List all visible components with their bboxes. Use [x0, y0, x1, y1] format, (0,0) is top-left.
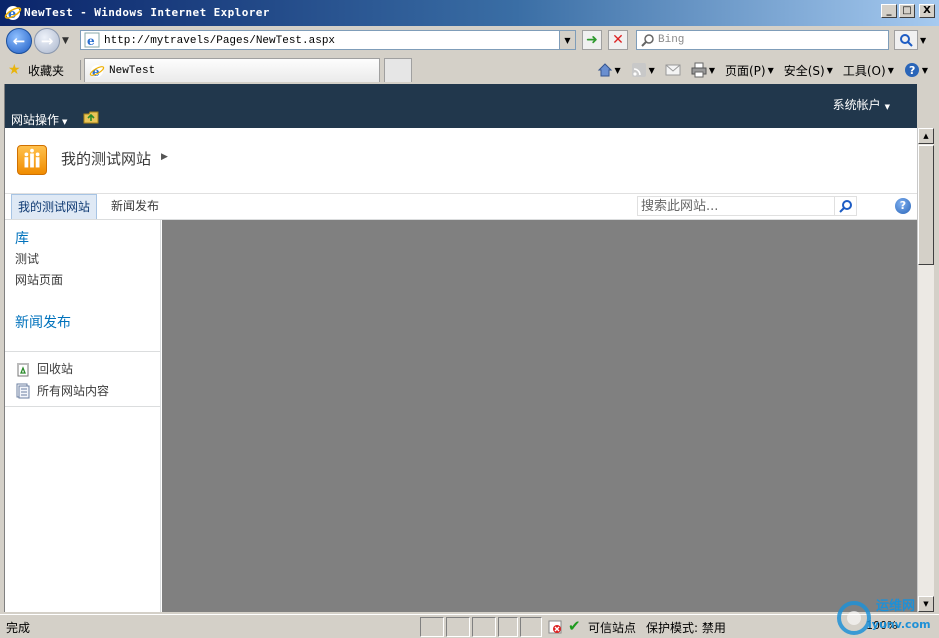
favorites-button[interactable]: 收藏夹: [28, 62, 64, 79]
home-button[interactable]: ▼: [594, 62, 624, 78]
browser-search-field[interactable]: Bing: [636, 30, 889, 50]
site-search-input[interactable]: [638, 197, 834, 215]
print-icon: [691, 62, 707, 78]
scroll-thumb[interactable]: [918, 145, 934, 265]
go-button[interactable]: ➜: [582, 30, 602, 50]
ql-heading-news[interactable]: 新闻发布: [15, 312, 71, 332]
status-pane: [498, 617, 518, 637]
window-title: NewTest - Windows Internet Explorer: [24, 6, 270, 19]
toolbar-divider: [80, 60, 81, 80]
ql-all-content-label: 所有网站内容: [37, 384, 110, 398]
new-tab-button[interactable]: [384, 58, 412, 82]
address-field[interactable]: e http://mytravels/Pages/NewTest.aspx ▼: [80, 30, 576, 50]
page-icon: e: [84, 32, 100, 48]
minimize-button[interactable]: _: [881, 4, 897, 18]
feeds-button[interactable]: ▼: [628, 62, 658, 78]
mail-icon: [665, 64, 681, 76]
site-actions-label: 网站操作: [11, 113, 60, 127]
watermark-logo: 运维网 iyunv.com: [837, 598, 931, 635]
safety-menu-label: 安全(S): [783, 63, 825, 78]
address-dropdown[interactable]: ▼: [559, 31, 575, 49]
site-title-link[interactable]: 我的测试网站: [61, 148, 151, 169]
main-content-area: [162, 220, 917, 612]
ql-recycle-bin[interactable]: 回收站: [15, 360, 73, 377]
page-menu-label: 页面(P): [724, 63, 766, 78]
account-menu[interactable]: 系统帐户 ▼: [833, 96, 890, 113]
search-go-button[interactable]: [894, 30, 918, 50]
status-pane: [472, 617, 496, 637]
quick-launch: 库 测试 网站页面 新闻发布 回收站 所有网站内容: [5, 220, 161, 612]
ql-item-site-pages[interactable]: 网站页面: [15, 271, 63, 288]
ql-divider: [5, 351, 161, 352]
favorites-star-icon[interactable]: ★: [8, 62, 21, 78]
status-text: 完成: [6, 621, 31, 635]
search-go-icon: [900, 34, 913, 47]
home-icon: [597, 63, 612, 77]
safety-menu[interactable]: 安全(S) ▼: [781, 62, 836, 79]
tab-label: NewTest: [109, 64, 156, 77]
site-logo-icon: [17, 145, 47, 175]
page-menu[interactable]: 页面(P) ▼: [722, 62, 777, 79]
forward-button[interactable]: →: [34, 28, 60, 54]
site-actions-menu[interactable]: 网站操作 ▼: [11, 111, 67, 128]
ql-all-content[interactable]: 所有网站内容: [15, 382, 109, 399]
ie-logo-icon: e: [4, 6, 22, 22]
favorites-bar: ★ 收藏夹 e NewTest ▼ ▼ ▼ 页面(P) ▼ 安全(S) ▼ 工具…: [0, 56, 939, 84]
recent-pages-dropdown[interactable]: ▼: [62, 36, 69, 46]
site-search-button[interactable]: [834, 197, 856, 215]
back-button[interactable]: ←: [6, 28, 32, 54]
topnav-item-home[interactable]: 我的测试网站: [11, 194, 98, 219]
address-toolbar: ← → ▼ e http://mytravels/Pages/NewTest.a…: [0, 26, 939, 56]
feeds-icon: [631, 63, 646, 77]
security-zone[interactable]: 可信站点: [588, 619, 636, 636]
print-button[interactable]: ▼: [688, 62, 718, 78]
stop-button[interactable]: ✕: [608, 30, 628, 50]
breadcrumb-arrow-icon[interactable]: ▶: [161, 152, 168, 162]
site-search-box: [637, 196, 857, 216]
watermark-text: 运维网: [876, 598, 915, 614]
status-pane: [420, 617, 444, 637]
ql-divider-bottom: [5, 406, 161, 407]
tab-page-icon: e: [89, 64, 105, 79]
close-button[interactable]: X: [919, 4, 935, 18]
trusted-check-icon: ✔: [568, 617, 581, 635]
page-viewport: 网站操作 ▼ 系统帐户 ▼ 我的测试网站 ▶ 我的测试网站 新闻发布 搜索此网站…: [4, 84, 917, 612]
ql-recycle-bin-label: 回收站: [37, 362, 74, 376]
protected-mode-status: 保护模式: 禁用: [646, 621, 726, 635]
status-pane: [520, 617, 542, 637]
vertical-scrollbar[interactable]: ▲ ▼: [917, 128, 934, 612]
navigate-up-icon[interactable]: [83, 110, 99, 124]
help-menu[interactable]: ? ▼: [901, 62, 931, 78]
read-mail-button[interactable]: [662, 62, 684, 78]
svg-text:e: e: [87, 34, 95, 48]
browser-tab-active[interactable]: e NewTest: [84, 58, 380, 82]
topnav-item-news[interactable]: 新闻发布: [105, 194, 165, 219]
site-content-icon: [16, 383, 30, 398]
tools-menu[interactable]: 工具(O) ▼: [840, 62, 897, 79]
scroll-up-button[interactable]: ▲: [918, 128, 934, 144]
window-titlebar: e NewTest - Windows Internet Explorer _ …: [0, 0, 939, 26]
help-icon[interactable]: ?: [895, 198, 911, 214]
sharepoint-ribbon: 网站操作 ▼ 系统帐户 ▼: [5, 84, 917, 128]
maximize-button[interactable]: □: [899, 4, 915, 18]
search-icon: [641, 34, 654, 47]
help-circle-icon: ?: [904, 63, 919, 77]
watermark-subtext: iyunv.com: [868, 618, 931, 631]
account-label: 系统帐户: [832, 98, 881, 112]
recycle-bin-icon: [17, 362, 29, 376]
address-url[interactable]: http://mytravels/Pages/NewTest.aspx: [104, 34, 559, 47]
ql-item-test[interactable]: 测试: [15, 250, 39, 267]
status-pane: [446, 617, 470, 637]
site-search-icon: [838, 200, 852, 213]
top-navigation: 我的测试网站 新闻发布 ?: [5, 194, 917, 220]
command-bar: ▼ ▼ ▼ 页面(P) ▼ 安全(S) ▼ 工具(O) ▼ ? ▼: [594, 60, 932, 80]
ql-heading-libraries[interactable]: 库: [15, 228, 29, 248]
site-title-area: 我的测试网站 ▶: [5, 128, 917, 194]
search-options-dropdown[interactable]: ▼: [920, 36, 926, 45]
browser-search-placeholder: Bing: [658, 34, 685, 46]
popup-blocked-icon[interactable]: [548, 620, 562, 634]
svg-text:?: ?: [909, 64, 915, 77]
tools-menu-label: 工具(O): [842, 63, 886, 78]
status-bar: 完成 ✔ 可信站点 保护模式: 禁用 100%: [0, 614, 939, 638]
